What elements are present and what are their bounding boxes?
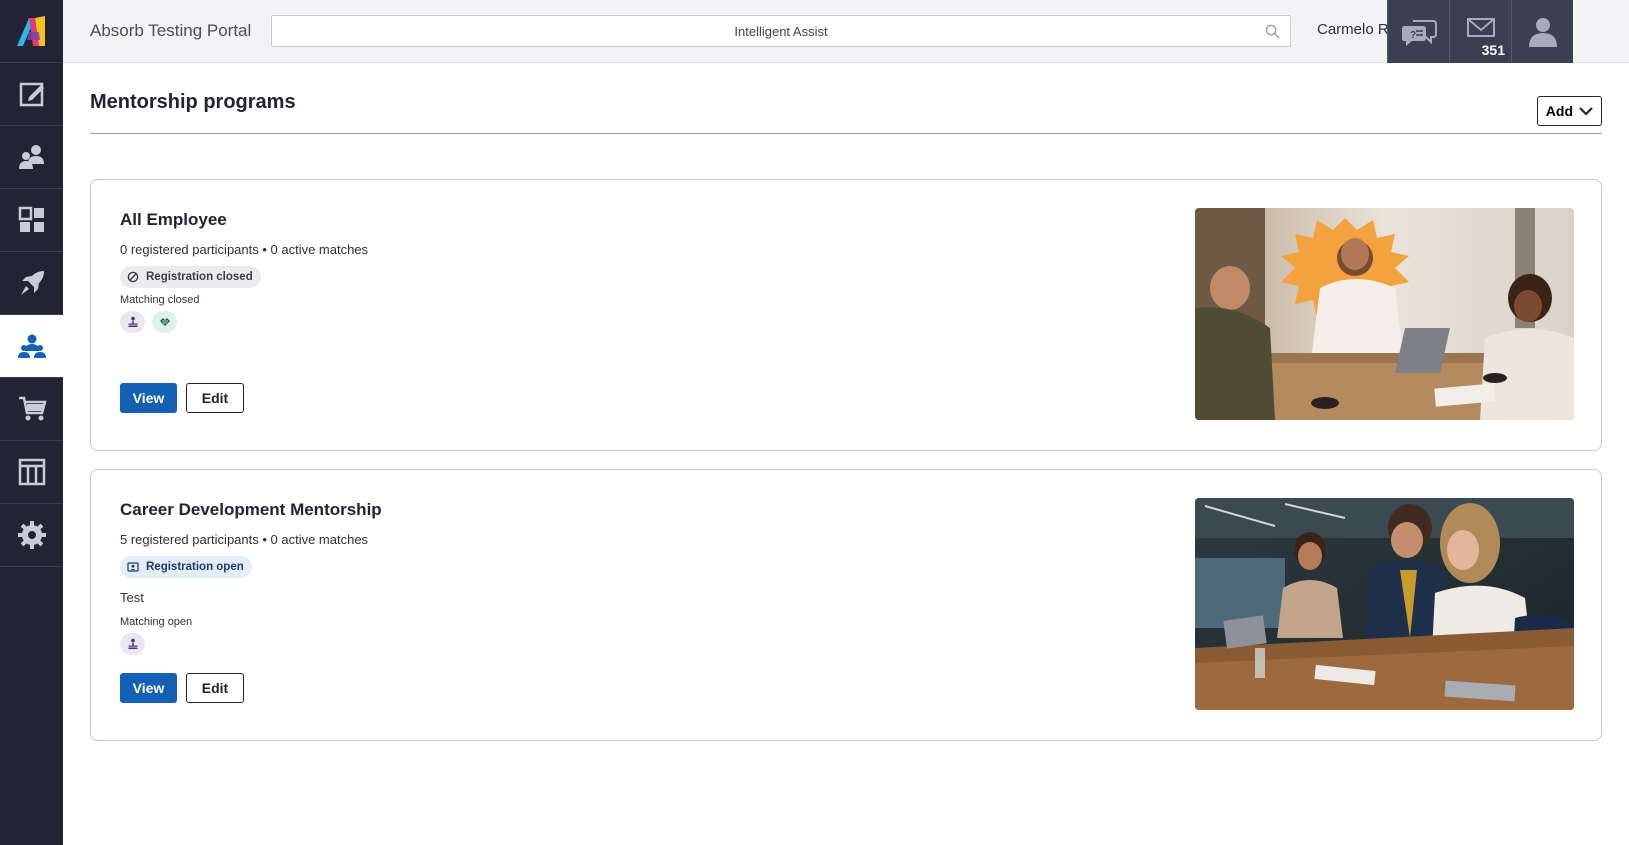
envelope-icon [1466,17,1495,37]
blocked-icon [127,271,139,283]
mentorship-icon [17,334,46,358]
registration-status-badge: Registration open [120,556,252,578]
edit-note-icon [19,82,44,107]
sidebar-item-dashboard[interactable] [0,189,63,252]
svg-text:?: ? [1410,30,1416,41]
absorb-logo-icon [16,16,45,46]
hierarchy-icon [128,638,137,649]
edit-button[interactable]: Edit [186,673,244,703]
portal-title: Absorb Testing Portal [90,21,252,40]
program-stats: 5 registered participants • 0 active mat… [120,532,369,547]
sidebar-item-store[interactable] [0,378,63,441]
title-divider [90,133,1602,134]
program-name[interactable]: Career Development Mentorship [120,500,382,520]
office-meeting-photo [1195,208,1574,420]
registration-status-label: Registration closed [146,271,253,283]
sidebar-item-layout[interactable] [0,441,63,504]
registration-status-label: Registration open [146,561,244,573]
sidebar-item-mentorship[interactable] [0,315,63,378]
matching-type-chip [152,311,177,333]
team-discussion-photo [1195,498,1574,710]
sidebar-item-users[interactable] [0,126,63,189]
cart-icon [18,396,47,421]
matching-status: Matching closed [120,294,200,306]
absorb-logo[interactable] [0,0,63,63]
page-title: Mentorship programs [90,91,296,113]
messages-button[interactable]: 351 [1449,0,1511,63]
program-description: Test [120,590,144,605]
hierarchy-icon [128,316,137,327]
mentorship-type-chip [120,311,145,333]
sidebar-item-launch[interactable] [0,252,63,315]
search-placeholder: Intelligent Assist [734,23,828,39]
dashboard-icon [18,206,44,232]
add-button[interactable]: Add [1536,96,1602,126]
view-button[interactable]: View [120,673,177,703]
sidebar-item-editor[interactable] [0,63,63,126]
sidebar-item-settings[interactable] [0,504,63,567]
top-header: Absorb Testing Portal Intelligent Assist… [63,0,1629,63]
chat-help-icon: ? [1401,19,1437,46]
rocket-icon [20,271,44,295]
id-card-icon [127,562,139,572]
program-card-all-employee: All Employee 0 registered participants •… [90,179,1602,451]
program-image [1195,208,1574,420]
message-count-badge: 351 [1481,42,1505,58]
search-input[interactable]: Intelligent Assist [271,15,1291,47]
help-chat-button[interactable]: ? [1387,0,1449,63]
sidebar [0,0,63,845]
gear-icon [17,521,46,549]
program-stats: 0 registered participants • 0 active mat… [120,242,369,257]
program-card-career-development: Career Development Mentorship 5 register… [90,469,1602,741]
registration-status-badge: Registration closed [120,266,261,288]
add-label: Add [1545,103,1573,119]
view-button[interactable]: View [120,383,177,413]
mentorship-type-chip [120,633,145,655]
chevron-down-icon [1579,107,1593,116]
columns-icon [18,458,45,486]
edit-button[interactable]: Edit [186,383,244,413]
user-avatar-icon [1528,17,1557,47]
users-icon [18,145,44,169]
matching-status: Matching open [120,616,193,628]
program-chips [120,633,145,655]
profile-button[interactable] [1511,0,1573,63]
program-image [1195,498,1574,710]
program-name[interactable]: All Employee [120,210,227,230]
program-chips [120,311,177,333]
handshake-icon [159,318,170,326]
search-icon[interactable] [1265,24,1280,39]
